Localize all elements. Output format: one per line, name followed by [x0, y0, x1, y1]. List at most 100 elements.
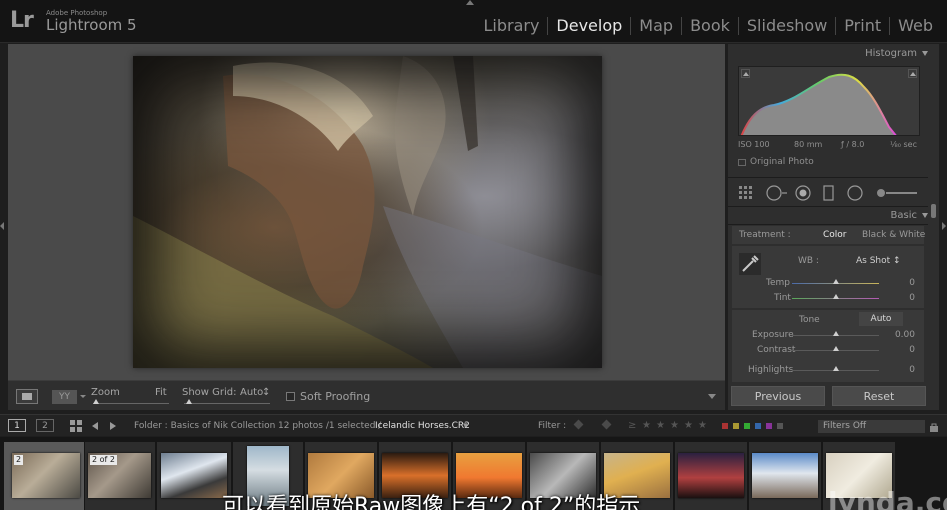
filter-lock-icon[interactable] [929, 422, 939, 432]
thumbnail-waterfall[interactable] [161, 453, 227, 498]
filmstrip-cell[interactable] [157, 442, 231, 510]
basic-title: Basic [890, 210, 917, 221]
exposure-slider-thumb[interactable] [833, 331, 839, 336]
module-develop[interactable]: Develop [548, 16, 630, 35]
contrast-label: Contrast [757, 345, 796, 355]
tone-label: Tone [799, 315, 820, 325]
forward-arrow-icon[interactable] [108, 421, 118, 431]
lightroom-logo: Lr [10, 8, 34, 33]
auto-tone-button[interactable]: Auto [859, 312, 903, 326]
before-after-dropdown-icon[interactable] [80, 395, 86, 398]
basic-header[interactable]: Basic [728, 210, 928, 221]
wb-label: WB : [798, 256, 819, 266]
collapse-right-panel-icon[interactable] [942, 222, 946, 230]
zoom-value[interactable]: Fit [155, 387, 167, 398]
temp-value[interactable]: 0 [885, 278, 915, 288]
show-grid-value[interactable]: Auto [240, 387, 263, 398]
histogram-graph[interactable] [738, 66, 920, 136]
original-photo-label: Original Photo [750, 157, 814, 167]
reject-filter-icon[interactable] [601, 419, 612, 430]
folder-source-label[interactable]: Folder : Basics of Nik Collection [134, 421, 275, 431]
module-map[interactable]: Map [631, 16, 681, 35]
star-5-icon[interactable]: ★ [698, 420, 707, 431]
tool-strip [728, 179, 928, 205]
star-2-icon[interactable]: ★ [656, 420, 665, 431]
divider [728, 224, 928, 225]
secondary-window-button[interactable]: 2 [36, 419, 54, 432]
tint-slider-thumb[interactable] [833, 294, 839, 299]
primary-window-button[interactable]: 1 [8, 419, 26, 432]
right-panel-scrollbar[interactable] [931, 204, 936, 218]
image-preview-area[interactable] [8, 44, 725, 380]
loupe-view-button[interactable] [16, 389, 38, 404]
filename-dropdown-icon[interactable]: ▾ [463, 421, 468, 431]
spot-removal-icon[interactable] [766, 185, 788, 201]
thumbnail-city-canal[interactable] [752, 453, 818, 498]
highlight-clipping-icon[interactable] [908, 69, 917, 78]
module-book[interactable]: Book [682, 16, 738, 35]
filmstrip-bar: 1 2 Folder : Basics of Nik Collection 12… [0, 414, 947, 436]
thumbnail-red-sky[interactable] [678, 453, 744, 498]
tint-value[interactable]: 0 [885, 293, 915, 303]
reset-button[interactable]: Reset [832, 386, 926, 406]
contrast-value[interactable]: 0 [885, 345, 915, 355]
star-1-icon[interactable]: ★ [642, 420, 651, 431]
before-after-button[interactable]: YY [52, 390, 77, 404]
zoom-slider-thumb[interactable] [93, 399, 99, 404]
contrast-slider-thumb[interactable] [833, 346, 839, 351]
show-grid-dropdown-icon[interactable]: ↕ [262, 387, 270, 398]
rating-operator-icon[interactable]: ≥ [628, 420, 636, 431]
zoom-slider[interactable] [93, 403, 169, 404]
filter-preset-value: Filters Off [823, 421, 867, 431]
filter-preset-dropdown[interactable]: Filters Off [818, 420, 925, 433]
highlights-value[interactable]: 0 [885, 365, 915, 375]
back-arrow-icon[interactable] [90, 421, 100, 431]
stack-position-badge[interactable]: 2 of 2 [90, 455, 117, 465]
star-3-icon[interactable]: ★ [670, 420, 679, 431]
wb-value-dropdown[interactable]: As Shot ↕ [856, 256, 901, 266]
module-slideshow[interactable]: Slideshow [739, 16, 835, 35]
histogram-header[interactable]: Histogram [728, 48, 928, 59]
selected-filename[interactable]: Icelandic Horses.CR2 [375, 421, 470, 431]
video-subtitle: 可以看到原始Raw图像上有“2 of 2”的指示 [222, 494, 641, 510]
treatment-color-option[interactable]: Color [823, 230, 847, 240]
graduated-filter-icon[interactable] [823, 185, 835, 201]
filmstrip-cell[interactable]: 2 [4, 442, 84, 510]
flag-filter-icon[interactable] [573, 419, 584, 430]
shadow-clipping-icon[interactable] [741, 69, 750, 78]
star-4-icon[interactable]: ★ [684, 420, 693, 431]
collapse-left-panel-icon[interactable] [0, 222, 4, 230]
soft-proofing-label: Soft Proofing [300, 390, 371, 403]
grid-opacity-slider-thumb[interactable] [186, 399, 192, 404]
photo-preview-horses[interactable] [133, 56, 602, 368]
temp-slider-thumb[interactable] [833, 279, 839, 284]
red-eye-icon[interactable] [795, 185, 811, 201]
original-photo-checkbox[interactable] [738, 159, 746, 166]
stack-count-badge[interactable]: 2 [14, 455, 24, 465]
previous-button[interactable]: Previous [731, 386, 825, 406]
toolbar-options-dropdown-icon[interactable] [708, 394, 716, 399]
histogram-curve [740, 73, 897, 135]
right-panel: Histogram ISO 100 80 mm ƒ / 8.0 ¹⁄₈₀ sec… [728, 44, 939, 410]
shutter-info: ¹⁄₈₀ sec [890, 140, 917, 149]
exposure-value[interactable]: 0.00 [885, 330, 915, 340]
highlights-slider-thumb[interactable] [833, 366, 839, 371]
module-picker: Library Develop Map Book Slideshow Print… [475, 16, 941, 35]
filmstrip-cell[interactable] [749, 442, 821, 510]
adjustment-brush-icon[interactable] [876, 185, 918, 201]
soft-proofing-checkbox[interactable] [286, 392, 295, 401]
treatment-bw-option[interactable]: Black & White [862, 230, 925, 240]
crop-overlay-icon[interactable] [738, 185, 754, 201]
filmstrip-cell[interactable] [675, 442, 747, 510]
color-label-filter-icons[interactable] [722, 423, 792, 429]
filmstrip-cell[interactable]: 2 of 2 [85, 442, 155, 510]
radial-filter-icon[interactable] [847, 185, 863, 201]
module-web[interactable]: Web [890, 16, 941, 35]
eyedropper-icon[interactable] [738, 252, 762, 276]
lynda-watermark: lynda.com [828, 486, 947, 510]
grid-view-icon[interactable] [70, 420, 82, 432]
module-library[interactable]: Library [475, 16, 547, 35]
module-print[interactable]: Print [836, 16, 889, 35]
collapse-top-panel-icon[interactable] [466, 0, 474, 5]
grid-opacity-slider[interactable] [184, 403, 270, 404]
